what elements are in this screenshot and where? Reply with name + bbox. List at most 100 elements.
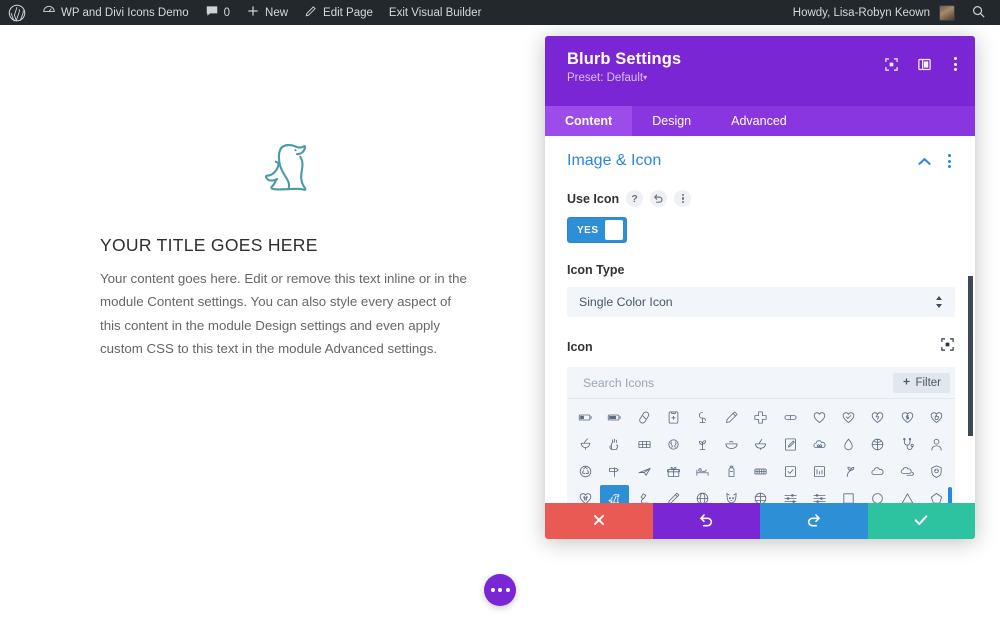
save-button[interactable] (867, 503, 975, 539)
heart-outline-icon[interactable] (805, 404, 834, 431)
heart-like-icon[interactable] (922, 404, 951, 431)
comments-menu[interactable]: 0 (197, 0, 238, 25)
undo-button[interactable] (652, 503, 760, 539)
preset-selector[interactable]: Preset: Default▾ (567, 72, 957, 84)
signpost-icon[interactable] (600, 458, 629, 485)
person-icon[interactable] (922, 431, 951, 458)
blurb-module[interactable]: YOUR TITLE GOES HERE Your content goes h… (100, 135, 472, 361)
notepad-pen-icon[interactable] (776, 431, 805, 458)
pencil-icon[interactable] (659, 485, 688, 503)
square-outline-icon[interactable] (834, 485, 863, 503)
microscope-icon[interactable] (629, 485, 658, 503)
my-account-menu[interactable]: Howdy, Lisa-Robyn Keown (785, 0, 963, 25)
heart-paw-icon[interactable] (571, 485, 600, 503)
bandage-icon[interactable] (629, 404, 658, 431)
filter-button[interactable]: Filter (893, 372, 950, 393)
expand-target-icon[interactable] (884, 57, 899, 72)
sliders-icon[interactable] (776, 485, 805, 503)
triangle-outline-icon[interactable] (893, 485, 922, 503)
panel-scrollbar[interactable] (968, 276, 973, 436)
recycle-medical-icon[interactable] (571, 458, 600, 485)
teeth-braces-icon[interactable] (746, 458, 775, 485)
plant-sprout-icon[interactable] (688, 431, 717, 458)
tab-content[interactable]: Content (545, 106, 633, 136)
cloud-pills-icon[interactable] (805, 431, 834, 458)
plus-icon (902, 377, 911, 389)
undo-reset-icon[interactable] (650, 190, 668, 207)
kebab-menu-icon[interactable] (950, 55, 961, 73)
clouds-icon[interactable] (893, 458, 922, 485)
use-icon-toggle-value: YES (577, 224, 599, 236)
blood-drop-icon[interactable] (834, 431, 863, 458)
wordpress-logo-icon (8, 4, 26, 22)
hand-paw-icon[interactable] (600, 431, 629, 458)
tally-chart-icon[interactable] (805, 458, 834, 485)
globe-wire-icon[interactable] (688, 485, 717, 503)
heart-broken-icon[interactable] (863, 404, 892, 431)
tab-advanced[interactable]: Advanced (711, 106, 807, 136)
pill-capsule-icon[interactable] (776, 404, 805, 431)
clipboard-medical-icon[interactable] (659, 404, 688, 431)
field-kebab-menu-icon[interactable] (674, 190, 692, 207)
medical-cross-icon[interactable] (746, 404, 775, 431)
icon-type-select[interactable]: Single Color Icon (567, 287, 955, 317)
circle-outline-icon[interactable] (863, 485, 892, 503)
globe-medical-icon[interactable] (863, 431, 892, 458)
cloud-icon[interactable] (863, 458, 892, 485)
dog-sitting-icon[interactable] (600, 485, 630, 503)
airplane-icon[interactable] (629, 458, 658, 485)
expand-target-icon[interactable] (940, 337, 955, 357)
page-settings-button[interactable] (484, 574, 516, 606)
site-name-menu[interactable]: WP and Divi Icons Demo (34, 0, 197, 25)
new-label: New (265, 6, 289, 19)
modal-header-actions (884, 55, 961, 73)
globe-grid-icon[interactable] (746, 485, 775, 503)
blurb-settings-modal: Blurb Settings Preset: Default▾ Content … (545, 36, 975, 539)
panel-layout-icon[interactable] (917, 57, 932, 72)
bowl-icon[interactable] (717, 431, 746, 458)
search-button[interactable] (963, 0, 994, 25)
mortar-pestle-icon[interactable] (571, 431, 600, 458)
sprout-leaf-icon[interactable] (834, 458, 863, 485)
heart-check-icon[interactable] (834, 404, 863, 431)
checkbox-box-icon[interactable] (776, 458, 805, 485)
stethoscope-icon[interactable] (893, 431, 922, 458)
redo-button[interactable] (760, 503, 868, 539)
wp-logo-menu[interactable] (0, 0, 34, 25)
icon-grid-wrap (567, 399, 955, 503)
cat-face-icon[interactable] (717, 485, 746, 503)
pill-organizer-icon[interactable] (629, 431, 658, 458)
battery-full-icon[interactable] (600, 404, 629, 431)
image-and-icon-section-header[interactable]: Image & Icon (567, 152, 955, 170)
search-input[interactable] (581, 374, 894, 391)
flower-pot-icon[interactable] (688, 404, 717, 431)
new-content-menu[interactable]: New (238, 0, 296, 25)
icon-label: Icon (567, 340, 593, 354)
close-x-icon (592, 513, 606, 530)
howdy-label: Howdy, Lisa-Robyn Keown (792, 6, 930, 19)
chevron-up-icon[interactable] (918, 154, 931, 169)
plus-icon (246, 4, 260, 21)
mortar-bowl-icon[interactable] (746, 431, 775, 458)
edit-page-link[interactable]: Edit Page (296, 0, 381, 25)
shield-lion-icon[interactable] (922, 458, 951, 485)
gift-box-icon[interactable] (659, 458, 688, 485)
pentagon-outline-icon[interactable] (922, 485, 951, 503)
use-icon-toggle[interactable]: YES (567, 217, 627, 243)
question-mark-icon[interactable]: ? (626, 190, 644, 207)
hospital-bed-icon[interactable] (688, 458, 717, 485)
icon-grid-scrollbar[interactable] (948, 487, 952, 503)
brain-icon[interactable] (659, 431, 688, 458)
battery-half-icon[interactable] (571, 404, 600, 431)
tab-design[interactable]: Design (632, 106, 711, 136)
sliders-alt-icon[interactable] (805, 485, 834, 503)
cancel-button[interactable] (545, 503, 653, 539)
ellipsis-dot-icon (498, 588, 502, 592)
pen-nib-icon[interactable] (717, 404, 746, 431)
toggle-knob (604, 220, 623, 240)
exit-visual-builder-link[interactable]: Exit Visual Builder (381, 0, 489, 25)
section-kebab-menu-icon[interactable] (944, 152, 955, 170)
heart-dollar-icon[interactable] (893, 404, 922, 431)
hand-sanitizer-icon[interactable] (717, 458, 746, 485)
blurb-body: Your content goes here. Edit or remove t… (100, 270, 467, 357)
